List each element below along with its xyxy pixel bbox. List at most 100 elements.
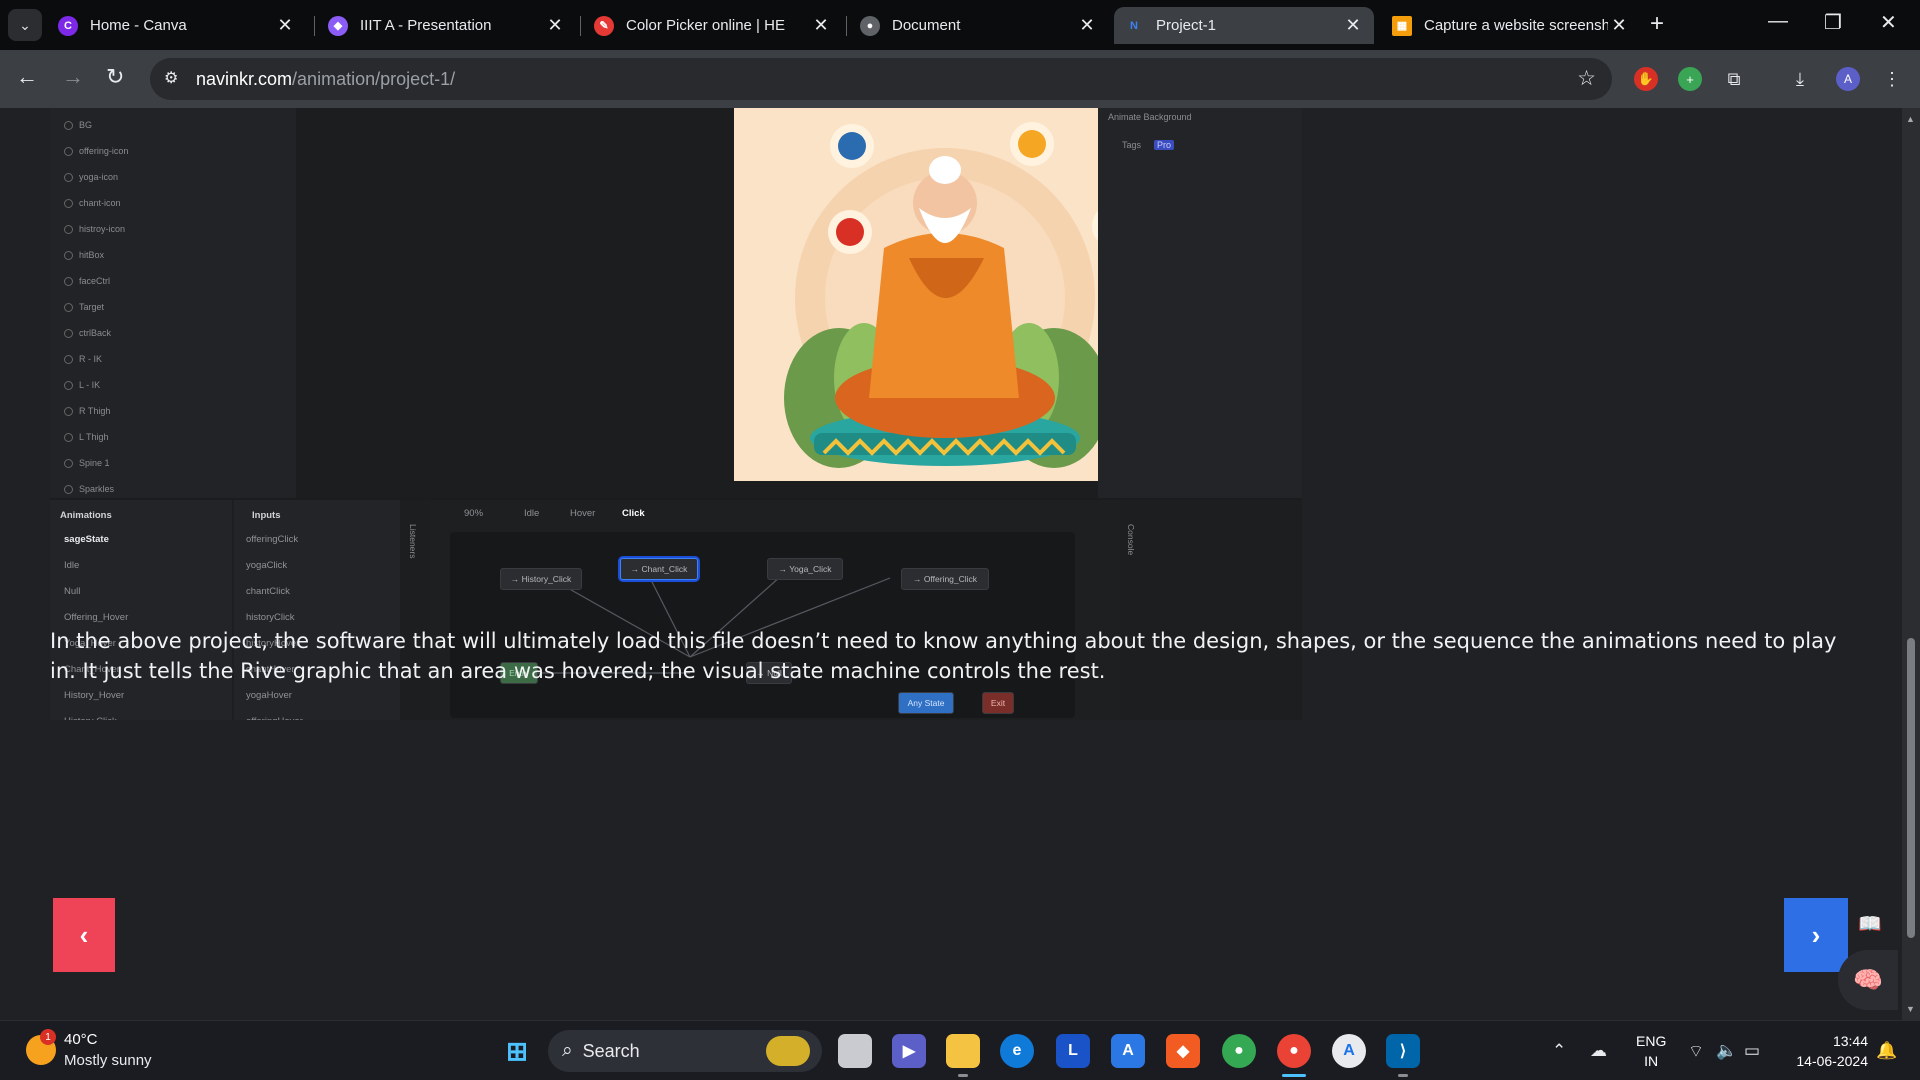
layer-label: L Thigh	[79, 432, 109, 442]
bookmark-star-icon[interactable]: ☆	[1577, 66, 1596, 91]
address-bar[interactable]: ⚙ navinkr.com/animation/project-1/ ☆	[150, 58, 1612, 100]
close-icon[interactable]: ✕	[1076, 15, 1098, 36]
meet-icon[interactable]: ▶	[892, 1034, 926, 1068]
tab-canva[interactable]: C Home - Canva ✕	[48, 7, 306, 44]
tab-presentation[interactable]: ◆ IIIT A - Presentation ✕	[318, 7, 576, 44]
layer-visibility-icon	[64, 484, 73, 494]
chrome-profile-icon[interactable]: ●	[1277, 1034, 1311, 1068]
layer-label: BG	[79, 120, 93, 130]
system-clock[interactable]: 13:44 14-06-2024	[1786, 1031, 1868, 1071]
animation-item: Null	[64, 586, 81, 597]
layer-visibility-icon	[64, 354, 73, 364]
l-app-icon[interactable]: L	[1056, 1034, 1090, 1068]
new-tab-button[interactable]: +	[1650, 10, 1664, 38]
input-item: offeringClick	[246, 534, 299, 545]
wifi-icon[interactable]: ⌔	[1688, 1041, 1704, 1062]
document-icon: ●	[860, 15, 880, 36]
node-any-state: Any State	[898, 692, 954, 714]
animations-header: Animations	[60, 510, 112, 521]
presentation-icon: ◆	[328, 15, 348, 36]
edge-icon[interactable]: e	[1000, 1034, 1034, 1068]
site-logo-icon: N	[1130, 19, 1138, 32]
back-icon[interactable]: ←	[16, 64, 38, 90]
tab-project-1[interactable]: N Project-1 ✕	[1114, 7, 1374, 44]
file-explorer-icon[interactable]	[946, 1034, 980, 1068]
chrome-icon[interactable]: ●	[1222, 1034, 1256, 1068]
volume-icon[interactable]: 🔈	[1716, 1041, 1737, 1061]
tab-document[interactable]: ● Document ✕	[850, 7, 1108, 44]
tray-overflow-icon[interactable]: ⌃	[1552, 1041, 1566, 1061]
zoom-level: 90%	[464, 508, 484, 519]
reload-icon[interactable]: ↻	[106, 64, 124, 90]
next-page-button[interactable]: ›	[1784, 898, 1848, 972]
vscode-icon[interactable]: ⟩	[1386, 1034, 1420, 1068]
weather-condition[interactable]: Mostly sunny	[64, 1052, 152, 1069]
previous-page-button[interactable]: ‹	[53, 898, 115, 972]
download-icon[interactable]: ⤓	[1788, 67, 1812, 91]
vscode-like-icon[interactable]: A	[1111, 1034, 1145, 1068]
tab-color-picker[interactable]: ✎ Color Picker online | HE ✕	[584, 7, 842, 44]
canva-icon: C	[58, 15, 78, 36]
window-close-icon[interactable]: ✕	[1880, 10, 1897, 35]
tab-screenshot[interactable]: ▦ Capture a website screensh ✕	[1382, 7, 1640, 44]
task-view-icon[interactable]	[838, 1034, 872, 1068]
minimize-icon[interactable]: —	[1768, 10, 1788, 33]
inputs-list: Inputs offeringClick yogaClick chantClick h…	[234, 500, 400, 720]
layer-label: faceCtrl	[79, 276, 111, 286]
input-item: chantClick	[246, 586, 290, 597]
animation-item: Idle	[64, 560, 80, 571]
layer-row: R Thigh	[50, 398, 296, 424]
brave-icon[interactable]: ◆	[1166, 1034, 1200, 1068]
close-icon[interactable]: ✕	[274, 15, 296, 36]
close-icon[interactable]: ✕	[1608, 15, 1630, 36]
site-info-icon[interactable]: ⚙	[164, 68, 178, 88]
node-offering-click: → Offering_Click	[901, 568, 989, 590]
ai-assistant-button[interactable]: 🧠	[1838, 950, 1898, 1010]
scrollbar-thumb[interactable]	[1907, 638, 1915, 938]
tab-hover: Hover	[570, 508, 596, 519]
animate-background-label: Animate Background	[1108, 112, 1192, 122]
layer-visibility-icon	[64, 458, 73, 468]
reading-mode-icon[interactable]: 📖	[1856, 910, 1884, 938]
pro-badge: Pro	[1154, 140, 1175, 150]
layer-label: R - IK	[79, 354, 103, 364]
close-icon[interactable]: ✕	[1342, 15, 1364, 36]
page-scrollbar[interactable]: ▲ ▼	[1902, 108, 1920, 1020]
extension-red-icon[interactable]: ✋	[1634, 67, 1658, 91]
scroll-down-icon[interactable]: ▼	[1906, 1004, 1915, 1014]
close-icon[interactable]: ✕	[544, 15, 566, 36]
taskbar-search[interactable]: ⌕ Search	[548, 1030, 822, 1072]
tags-label: Tags	[1122, 140, 1142, 150]
scroll-up-icon[interactable]: ▲	[1906, 114, 1915, 124]
notification-bell-icon[interactable]: 🔔	[1876, 1041, 1897, 1061]
profile-avatar[interactable]: A	[1836, 67, 1860, 91]
animation-item: History_Hover	[64, 690, 125, 701]
battery-icon[interactable]: ▭	[1744, 1041, 1760, 1061]
layer-row: Target	[50, 294, 296, 320]
console-label: Console	[1126, 524, 1136, 556]
layer-visibility-icon	[64, 172, 73, 182]
restore-icon[interactable]: ❐	[1824, 10, 1842, 35]
layer-row: L - IK	[50, 372, 296, 398]
extension-green-icon[interactable]: +	[1678, 67, 1702, 91]
layer-label: hitBox	[79, 250, 105, 260]
start-icon[interactable]: ⊞	[500, 1034, 534, 1068]
onedrive-icon[interactable]: ☁	[1590, 1041, 1607, 1061]
input-language[interactable]: ENG IN	[1636, 1031, 1666, 1071]
extensions-puzzle-icon[interactable]: ⧉	[1722, 67, 1746, 91]
close-icon[interactable]: ✕	[810, 15, 832, 36]
tab-search-button[interactable]: ⌄	[8, 9, 42, 41]
weather-temperature[interactable]: 40°C	[64, 1031, 98, 1048]
forward-icon[interactable]: →	[62, 64, 84, 90]
url-text[interactable]: navinkr.com/animation/project-1/	[196, 69, 455, 90]
article-paragraph: In the above project, the software that …	[50, 629, 1837, 683]
search-highlight-icon	[766, 1036, 810, 1066]
layer-label: ctrlBack	[79, 328, 112, 338]
state-graph: → History_Click → Chant_Click → Yoga_Cli…	[450, 532, 1075, 718]
more-menu-icon[interactable]: ⋮	[1880, 67, 1904, 91]
animation-item: Offering_Hover	[64, 612, 129, 623]
app-store-icon[interactable]: A	[1332, 1034, 1366, 1068]
listeners-label: Listeners	[408, 524, 418, 559]
tab-strip: ⌄ C Home - Canva ✕ ◆ IIIT A - Presentati…	[0, 0, 1920, 50]
layer-row: ctrlBack	[50, 320, 296, 346]
